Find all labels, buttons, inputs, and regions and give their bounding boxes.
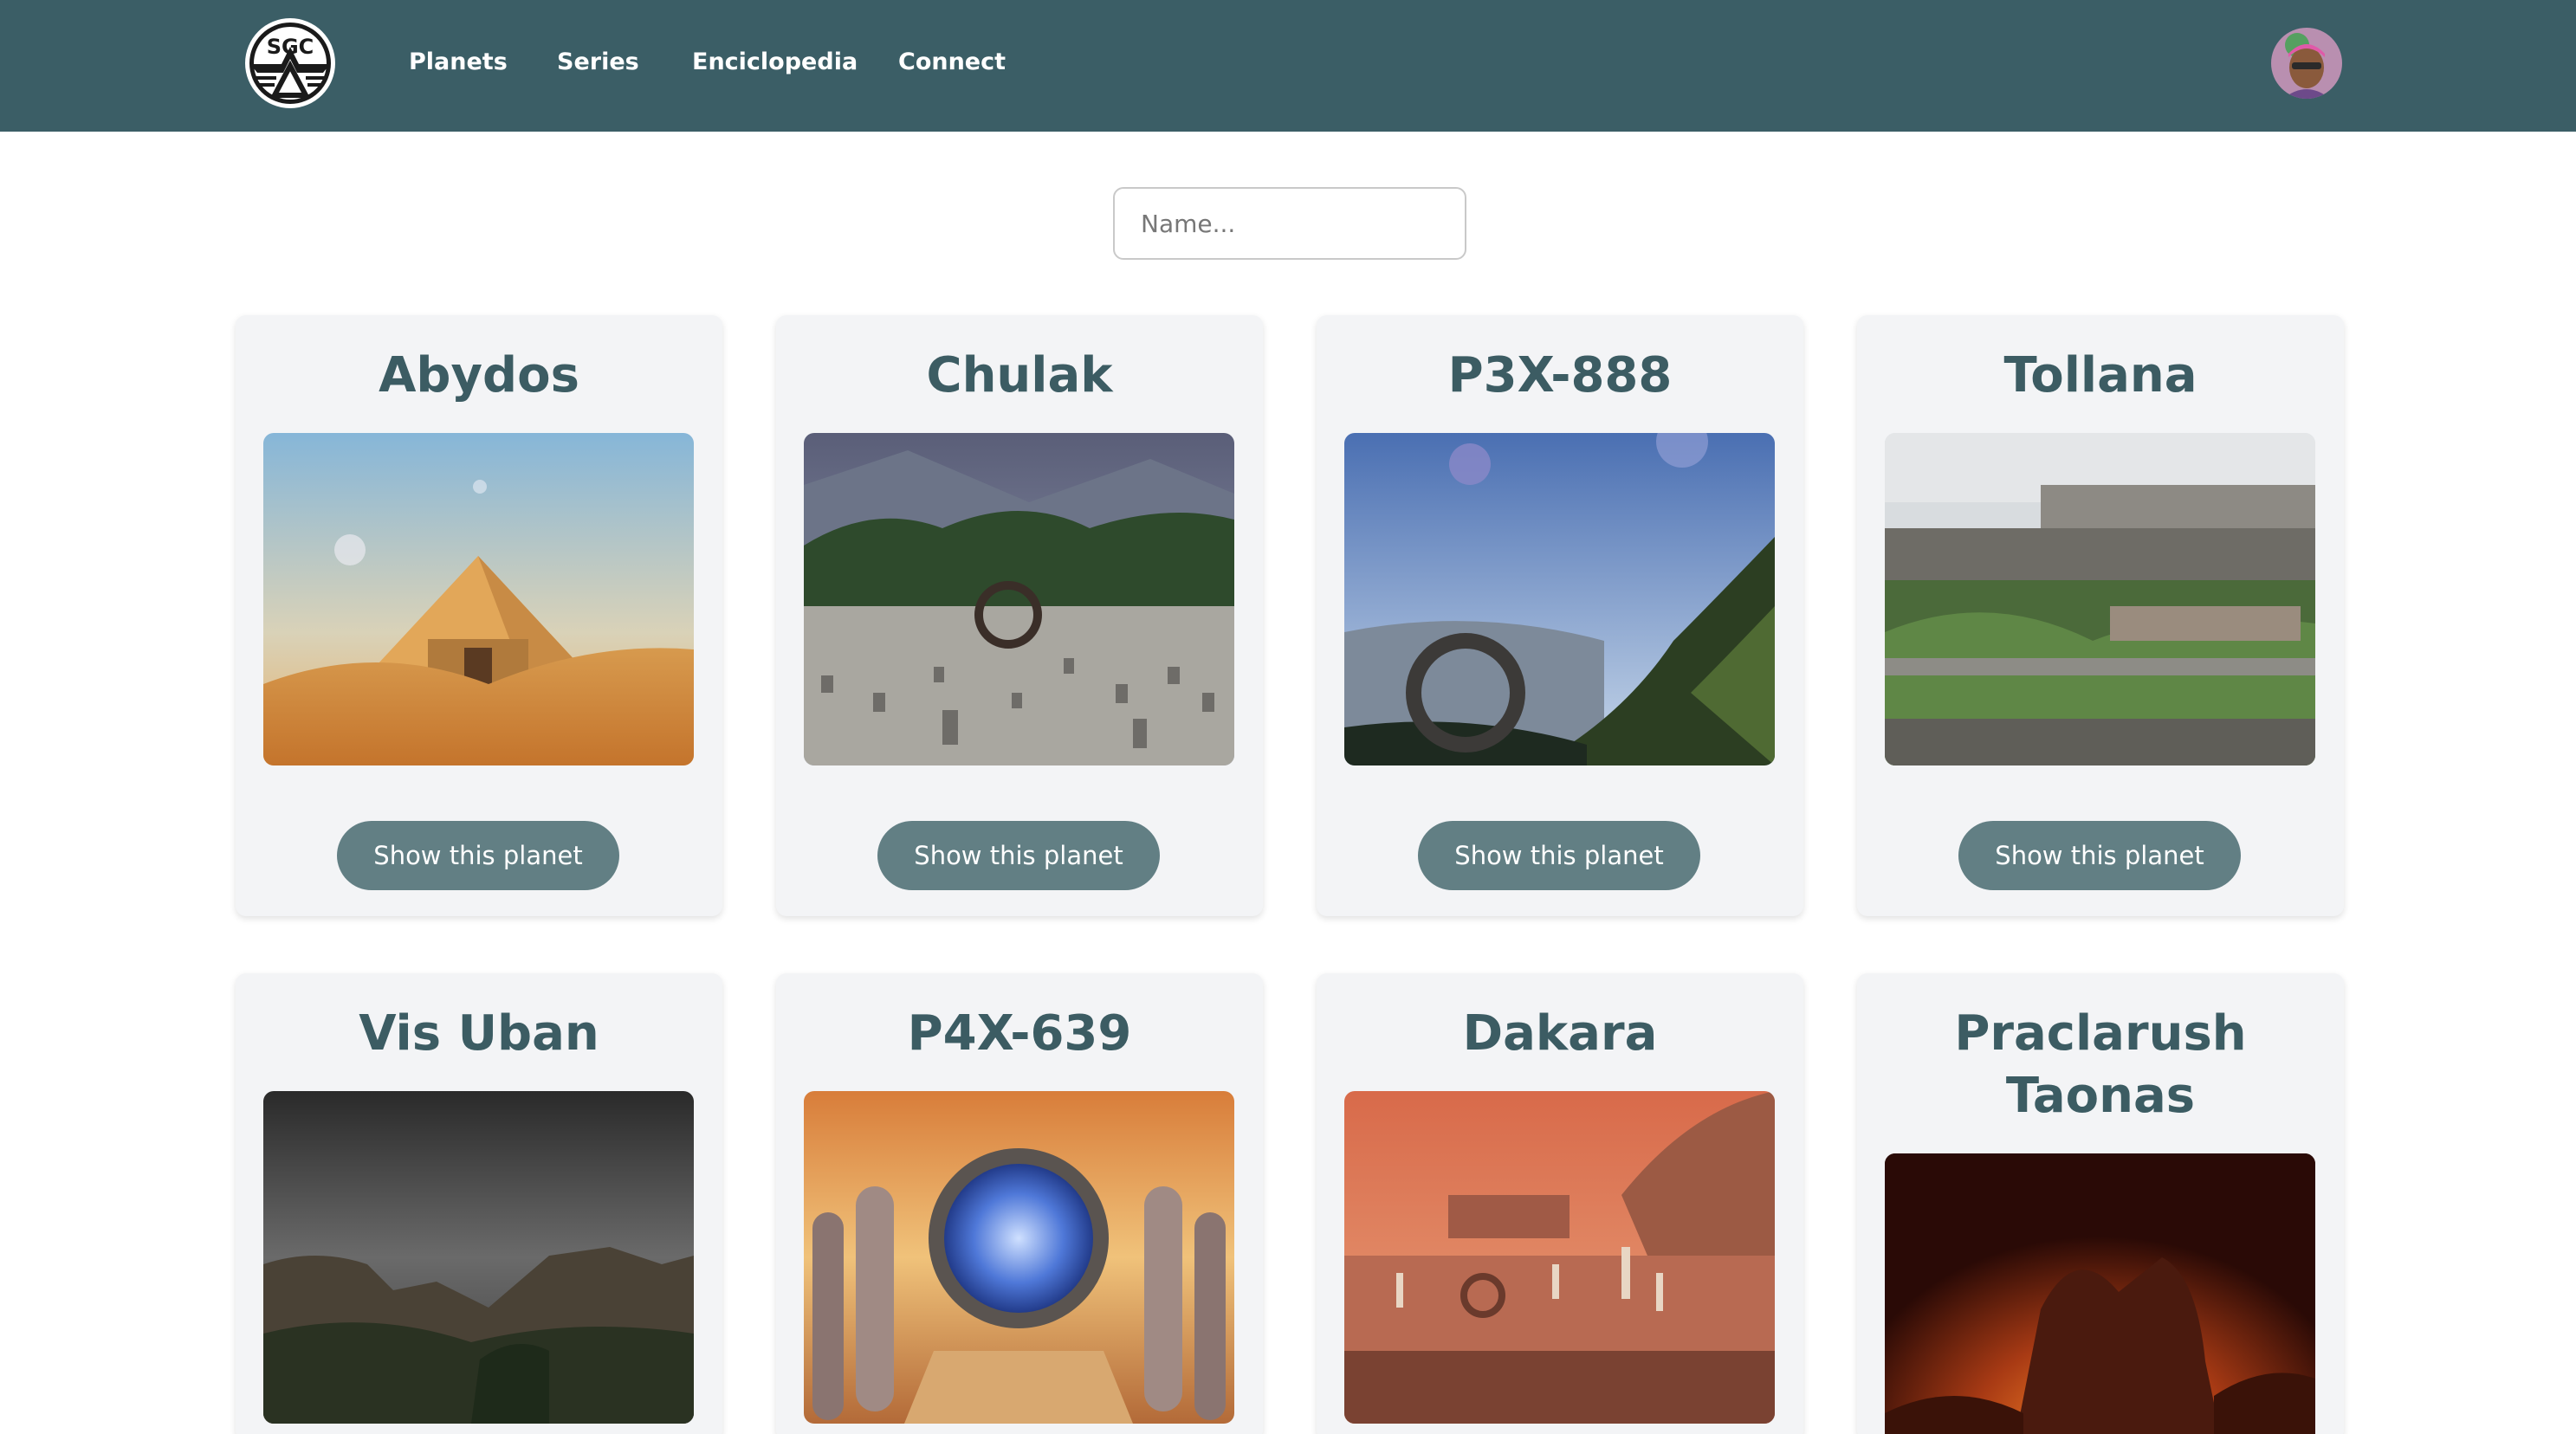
planet-name: Vis Uban <box>359 1005 599 1062</box>
planet-card-abydos: Abydos Show this planet <box>236 315 722 916</box>
planet-card-vis-uban: Vis Uban <box>236 973 722 1434</box>
nav-link-planets[interactable]: Planets <box>409 45 508 80</box>
planet-image <box>1344 433 1775 765</box>
planet-name: P3X-888 <box>1447 347 1673 404</box>
planet-name: P4X-639 <box>907 1005 1132 1062</box>
show-planet-button[interactable]: Show this planet <box>337 821 619 890</box>
planet-name: Dakara <box>1462 1005 1658 1062</box>
nav-link-enciclopedia[interactable]: Enciclopedia <box>692 45 858 80</box>
planet-name: Tollana <box>2003 347 2197 404</box>
planet-name: Abydos <box>379 347 579 404</box>
user-avatar[interactable] <box>2271 28 2342 99</box>
planet-image <box>1885 1153 2315 1434</box>
nav-link-connect[interactable]: Connect <box>898 45 1006 80</box>
planet-image <box>1885 433 2315 765</box>
planet-search-input[interactable] <box>1113 187 1466 260</box>
planet-card-tollana: Tollana Show this planet <box>1857 315 2344 916</box>
planet-card-p4x-639: P4X-639 <box>776 973 1263 1434</box>
planet-name: Chulak <box>926 347 1113 404</box>
planet-image <box>263 433 694 765</box>
planet-card-chulak: Chulak Show this planet <box>776 315 1263 916</box>
logo-text: SGC <box>267 35 314 59</box>
sgc-emblem-icon[interactable]: SGC <box>240 16 340 111</box>
show-planet-button[interactable]: Show this planet <box>1418 821 1700 890</box>
planet-image <box>804 1091 1234 1424</box>
show-planet-button[interactable]: Show this planet <box>877 821 1160 890</box>
nav-link-series[interactable]: Series <box>557 45 639 80</box>
planet-image <box>263 1091 694 1424</box>
show-planet-button[interactable]: Show this planet <box>1958 821 2241 890</box>
planet-card-dakara: Dakara <box>1317 973 1803 1434</box>
planet-image <box>804 433 1234 765</box>
planet-image <box>1344 1091 1775 1424</box>
planet-card-p3x-888: P3X-888 Show this planet <box>1317 315 1803 916</box>
top-navbar: SGC Planets Series Enciclopedia Connect <box>0 0 2576 132</box>
planet-card-praclarush-taonas: Praclarush Taonas <box>1857 973 2344 1434</box>
planet-name: Praclarush Taonas <box>1954 1005 2247 1124</box>
